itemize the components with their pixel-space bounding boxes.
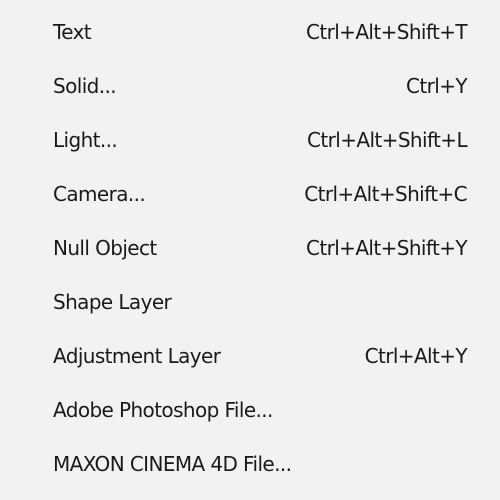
menu-item-adjustment-layer[interactable]: Adjustment Layer Ctrl+Alt+Y (0, 329, 500, 383)
menu-item-shortcut: Ctrl+Y (406, 74, 468, 98)
menu-item-solid[interactable]: Solid... Ctrl+Y (0, 59, 500, 113)
menu-item-shortcut: Ctrl+Alt+Shift+Y (305, 236, 468, 260)
menu-item-label: Adjustment Layer (53, 344, 221, 368)
menu-item-label: MAXON CINEMA 4D File... (53, 452, 292, 476)
menu-item-adobe-photoshop-file[interactable]: Adobe Photoshop File... (0, 383, 500, 437)
menu-item-shortcut: Ctrl+Alt+Shift+L (307, 128, 468, 152)
menu-item-shortcut: Ctrl+Alt+Shift+C (304, 182, 467, 206)
context-menu: Text Ctrl+Alt+Shift+T Solid... Ctrl+Y Li… (0, 0, 500, 500)
menu-item-null-object[interactable]: Null Object Ctrl+Alt+Shift+Y (0, 221, 500, 275)
menu-item-text[interactable]: Text Ctrl+Alt+Shift+T (0, 5, 500, 59)
menu-item-light[interactable]: Light... Ctrl+Alt+Shift+L (0, 113, 500, 167)
menu-item-label: Adobe Photoshop File... (53, 398, 273, 422)
menu-item-label: Null Object (53, 236, 157, 260)
menu-item-label: Light... (53, 128, 118, 152)
menu-item-maxon-cinema-4d-file[interactable]: MAXON CINEMA 4D File... (0, 437, 500, 491)
menu-item-camera[interactable]: Camera... Ctrl+Alt+Shift+C (0, 167, 500, 221)
menu-item-label: Text (53, 20, 92, 44)
menu-item-label: Solid... (53, 74, 117, 98)
menu-item-label: Shape Layer (53, 290, 172, 314)
menu-item-shortcut: Ctrl+Alt+Y (364, 344, 468, 368)
menu-item-shape-layer[interactable]: Shape Layer (0, 275, 500, 329)
menu-item-label: Camera... (53, 182, 146, 206)
menu-item-shortcut: Ctrl+Alt+Shift+T (305, 20, 468, 44)
